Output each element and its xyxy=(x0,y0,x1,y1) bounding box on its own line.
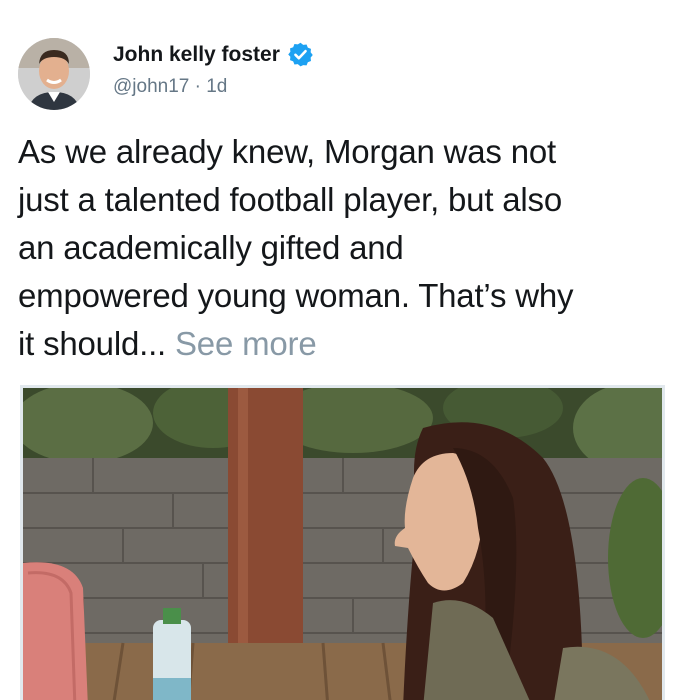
tweet-text-truncated: it should... xyxy=(18,325,167,362)
tweet-media[interactable] xyxy=(20,385,665,700)
tweet-timestamp[interactable]: 1d xyxy=(206,76,227,98)
name-row: John kelly foster xyxy=(113,41,314,68)
tweet-text-line: an academically gifted and xyxy=(18,229,404,266)
author-display-name[interactable]: John kelly foster xyxy=(113,43,280,67)
author-avatar[interactable] xyxy=(18,38,90,110)
see-more-link[interactable]: See more xyxy=(175,325,317,362)
tweet-text-line: As we already knew, Morgan was not xyxy=(18,133,556,170)
tweet-header: John kelly foster @john17 · 1d xyxy=(18,38,678,112)
meta-row: @john17 · 1d xyxy=(113,76,227,98)
tweet-text: As we already knew, Morgan was not just … xyxy=(18,128,688,368)
attached-photo-icon xyxy=(23,388,662,700)
tweet-text-line: just a talented football player, but als… xyxy=(18,181,563,218)
tweet-text-last-line: it should... See more xyxy=(18,320,688,368)
tweet-text-line: empowered young woman. That’s why xyxy=(18,277,574,314)
verified-badge-icon xyxy=(287,41,314,68)
avatar-photo-icon xyxy=(18,38,90,110)
author-handle[interactable]: @john17 xyxy=(113,76,189,98)
